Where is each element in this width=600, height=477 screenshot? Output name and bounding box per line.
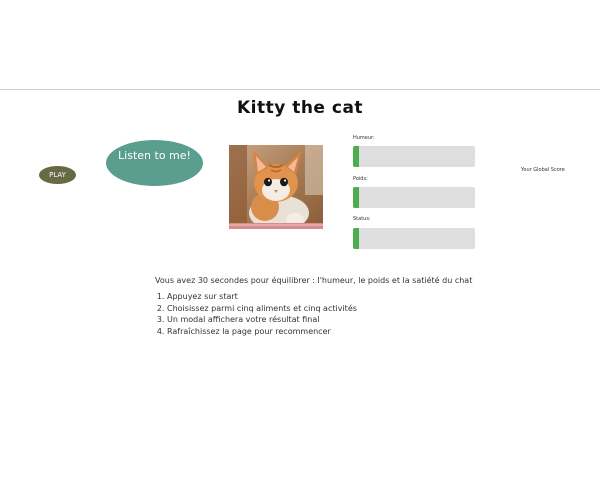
status-label: Status:	[353, 216, 371, 222]
humeur-bar-fill	[353, 146, 360, 167]
status-bar-fill	[353, 228, 360, 249]
kitten-image	[229, 145, 323, 229]
instructions-list: Appuyez sur start Choisissez parmi cinq …	[157, 291, 357, 337]
header-divider	[0, 89, 600, 90]
humeur-label: Humeur:	[353, 135, 375, 141]
list-item: Choisissez parmi cinq aliments et cinq a…	[167, 303, 357, 315]
global-score-label: Your Global Score	[521, 167, 565, 173]
humeur-bar	[353, 146, 475, 167]
poids-label: Poids:	[353, 176, 368, 182]
cat-photo	[229, 145, 323, 229]
list-item: Appuyez sur start	[167, 291, 357, 303]
status-bar	[353, 228, 475, 249]
listen-button-label: Listen to me!	[118, 149, 191, 162]
list-item: Un modal affichera votre résultat final	[167, 314, 357, 326]
instructions-intro: Vous avez 30 secondes pour équilibrer : …	[155, 276, 473, 285]
page-title: Kitty the cat	[236, 98, 364, 118]
poids-bar-fill	[353, 187, 360, 208]
list-item: Rafraîchissez la page pour recommencer	[167, 326, 357, 338]
page: Kitty the cat PLAY Listen to me! Humeur:…	[0, 0, 600, 477]
play-button[interactable]: PLAY	[39, 166, 76, 184]
listen-button[interactable]: Listen to me!	[106, 140, 203, 186]
poids-bar	[353, 187, 475, 208]
